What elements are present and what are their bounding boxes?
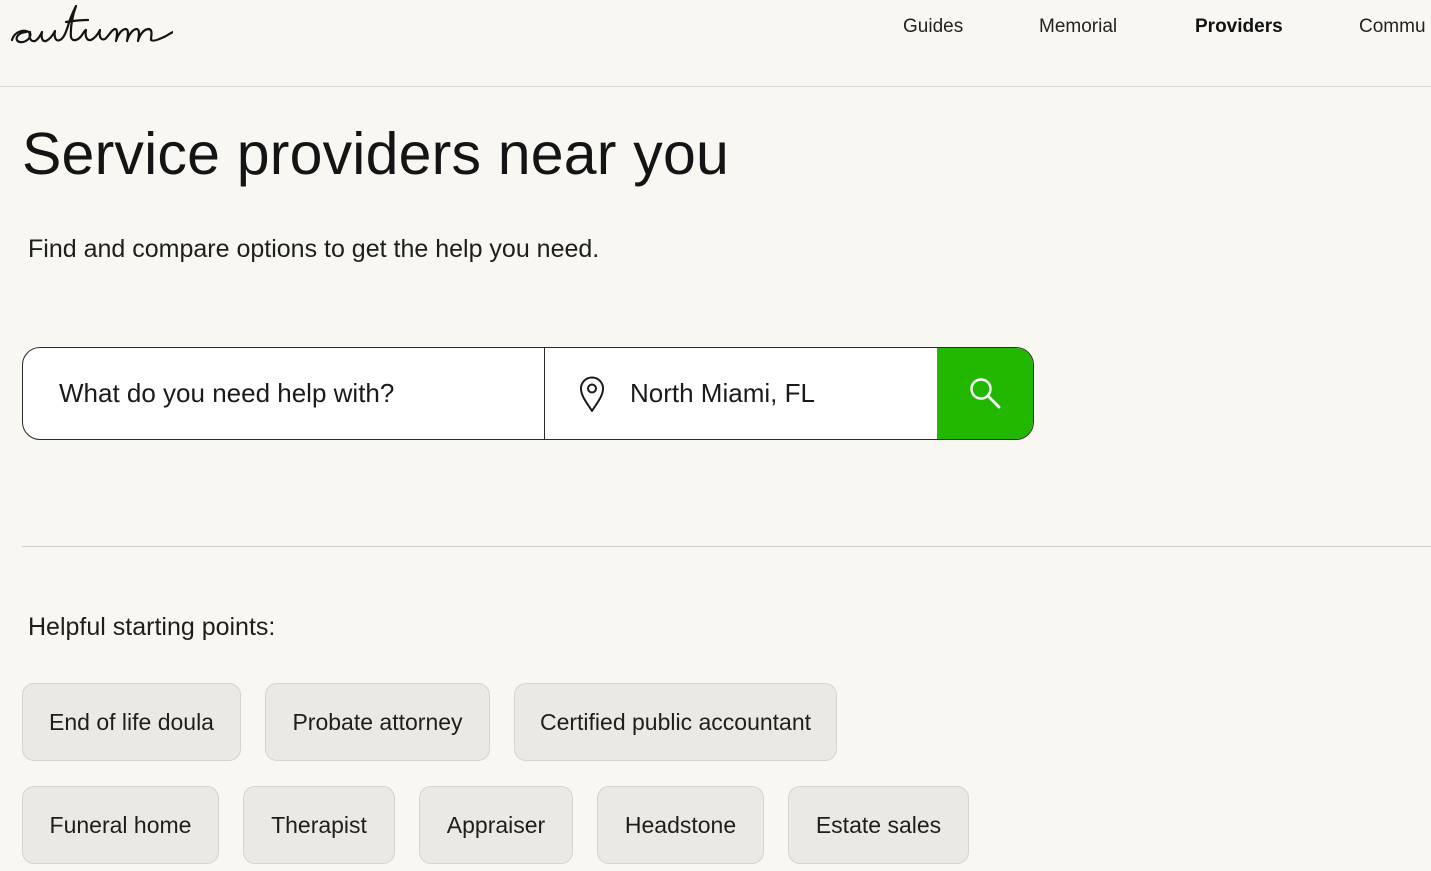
chip-funeral-home[interactable]: Funeral home: [22, 786, 219, 864]
section-divider: [22, 546, 1431, 547]
nav-guides[interactable]: Guides: [903, 14, 963, 40]
starting-points-heading: Helpful starting points:: [28, 613, 276, 641]
chip-estate-sales[interactable]: Estate sales: [788, 786, 969, 864]
chip-therapist[interactable]: Therapist: [243, 786, 395, 864]
main-nav: Guides Memorial Providers Commu: [0, 14, 1431, 40]
chip-end-of-life-doula[interactable]: End of life doula: [22, 683, 241, 761]
chip-probate-attorney[interactable]: Probate attorney: [265, 683, 490, 761]
chip-headstone[interactable]: Headstone: [597, 786, 764, 864]
provider-search-bar: [22, 347, 1034, 440]
page-title: Service providers near you: [22, 121, 729, 187]
search-icon: [970, 378, 1001, 409]
nav-memorial[interactable]: Memorial: [1039, 14, 1117, 40]
search-submit-button[interactable]: [937, 348, 1033, 439]
nav-community[interactable]: Commu: [1359, 14, 1426, 40]
site-header: Guides Memorial Providers Commu: [0, 0, 1431, 87]
map-pin-icon: [580, 376, 604, 412]
location-input[interactable]: [613, 348, 937, 439]
nav-providers[interactable]: Providers: [1195, 14, 1283, 40]
page-subtitle: Find and compare options to get the help…: [28, 235, 600, 263]
service-search-input[interactable]: [23, 348, 544, 439]
search-divider: [544, 348, 545, 439]
chip-certified-public-accountant[interactable]: Certified public accountant: [514, 683, 837, 761]
chip-appraiser[interactable]: Appraiser: [419, 786, 573, 864]
